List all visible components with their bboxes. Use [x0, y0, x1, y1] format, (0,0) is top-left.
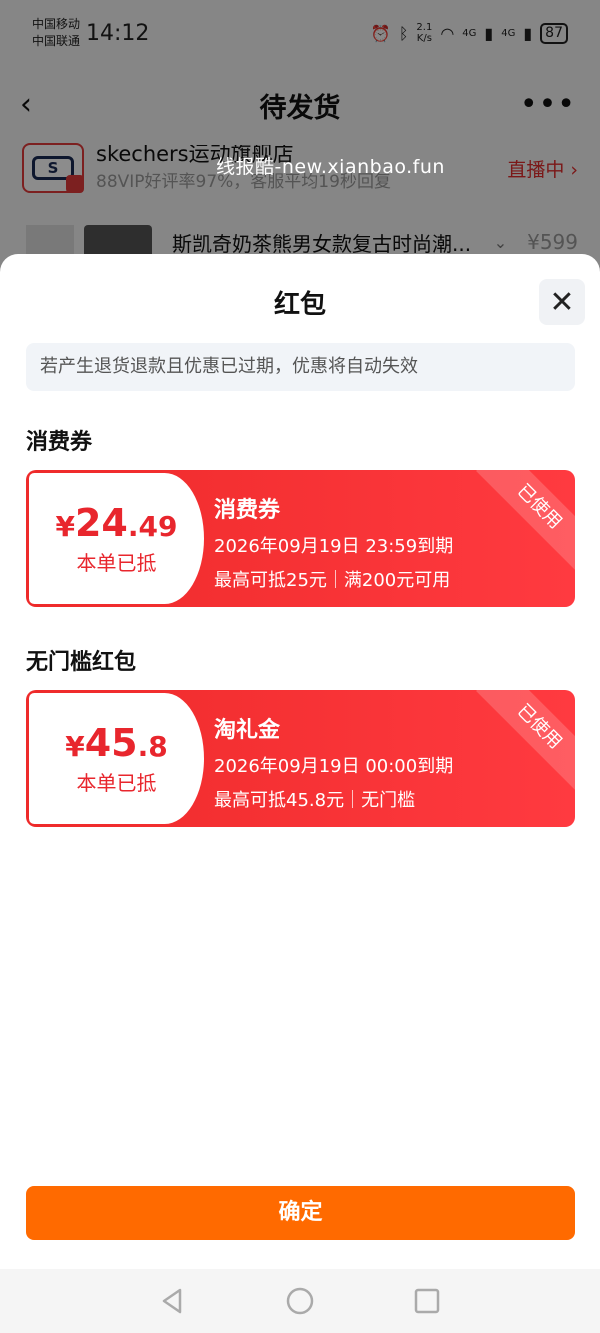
confirm-button[interactable]: 确定 — [26, 1186, 575, 1240]
divider — [334, 570, 336, 588]
applied-label: 本单已抵 — [76, 551, 157, 575]
coupon-card[interactable]: ¥45.8 本单已抵 淘礼金 2026年09月19日 00:00到期 最高可抵4… — [26, 690, 575, 827]
background-page: 中国移动 中国联通 14:12 ⏰ ᛒ 2.1 K/s ◠ 4G ▮ 4G ▮ … — [0, 0, 600, 270]
amount-decimal: .49 — [127, 510, 178, 543]
section-no-threshold: 无门槛红包 — [26, 650, 137, 675]
currency-symbol: ¥ — [55, 510, 75, 543]
coupon-max: 最高可抵25元 — [214, 570, 327, 591]
close-icon: ✕ — [549, 284, 575, 320]
coupon-name: 淘礼金 — [214, 718, 281, 743]
coupon-max: 最高可抵45.8元 — [214, 790, 345, 811]
coupon-terms: 最高可抵25元 满200元可用 — [214, 566, 453, 592]
coupon-expiry: 2026年09月19日 23:59到期 — [214, 536, 454, 557]
amount-integer: 45 — [84, 721, 138, 765]
coupon-amount-panel: ¥45.8 本单已抵 — [29, 693, 204, 824]
coupon-amount-panel: ¥24.49 本单已抵 — [29, 473, 204, 604]
dim-overlay[interactable] — [0, 0, 600, 270]
recents-square-icon[interactable] — [412, 1286, 442, 1316]
coupon-condition: 满200元可用 — [343, 570, 451, 591]
used-badge: 已使用 — [476, 690, 575, 790]
divider — [352, 790, 354, 808]
applied-label: 本单已抵 — [76, 771, 157, 795]
back-triangle-icon[interactable] — [158, 1286, 188, 1316]
coupon-condition: 无门槛 — [361, 790, 416, 811]
currency-symbol: ¥ — [65, 730, 85, 763]
coupon-terms: 最高可抵45.8元 无门槛 — [214, 786, 453, 812]
section-consumer-coupon: 消费券 — [26, 430, 93, 455]
amount-integer: 24 — [74, 501, 128, 545]
coupon-details: 淘礼金 2026年09月19日 00:00到期 最高可抵45.8元 无门槛 — [214, 712, 453, 812]
system-nav-bar — [0, 1269, 600, 1333]
coupon-amount: ¥45.8 — [65, 721, 168, 765]
notice-banner: 若产生退货退款且优惠已过期，优惠将自动失效 — [26, 343, 575, 391]
coupon-card[interactable]: ¥24.49 本单已抵 消费券 2026年09月19日 23:59到期 最高可抵… — [26, 470, 575, 607]
coupon-details: 消费券 2026年09月19日 23:59到期 最高可抵25元 满200元可用 — [214, 492, 453, 592]
red-packet-sheet: 红包 ✕ 若产生退货退款且优惠已过期，优惠将自动失效 消费券 ¥24.49 本单… — [0, 254, 600, 1269]
close-button[interactable]: ✕ — [539, 279, 585, 325]
coupon-name: 消费券 — [214, 498, 281, 523]
amount-decimal: .8 — [137, 730, 168, 763]
watermark: 线报酷-new.xianbao.fun — [216, 156, 445, 178]
home-circle-icon[interactable] — [285, 1286, 315, 1316]
coupon-amount: ¥24.49 — [56, 501, 178, 545]
used-badge: 已使用 — [476, 470, 575, 570]
sheet-title: 红包 — [273, 290, 326, 320]
coupon-expiry: 2026年09月19日 00:00到期 — [214, 756, 454, 777]
